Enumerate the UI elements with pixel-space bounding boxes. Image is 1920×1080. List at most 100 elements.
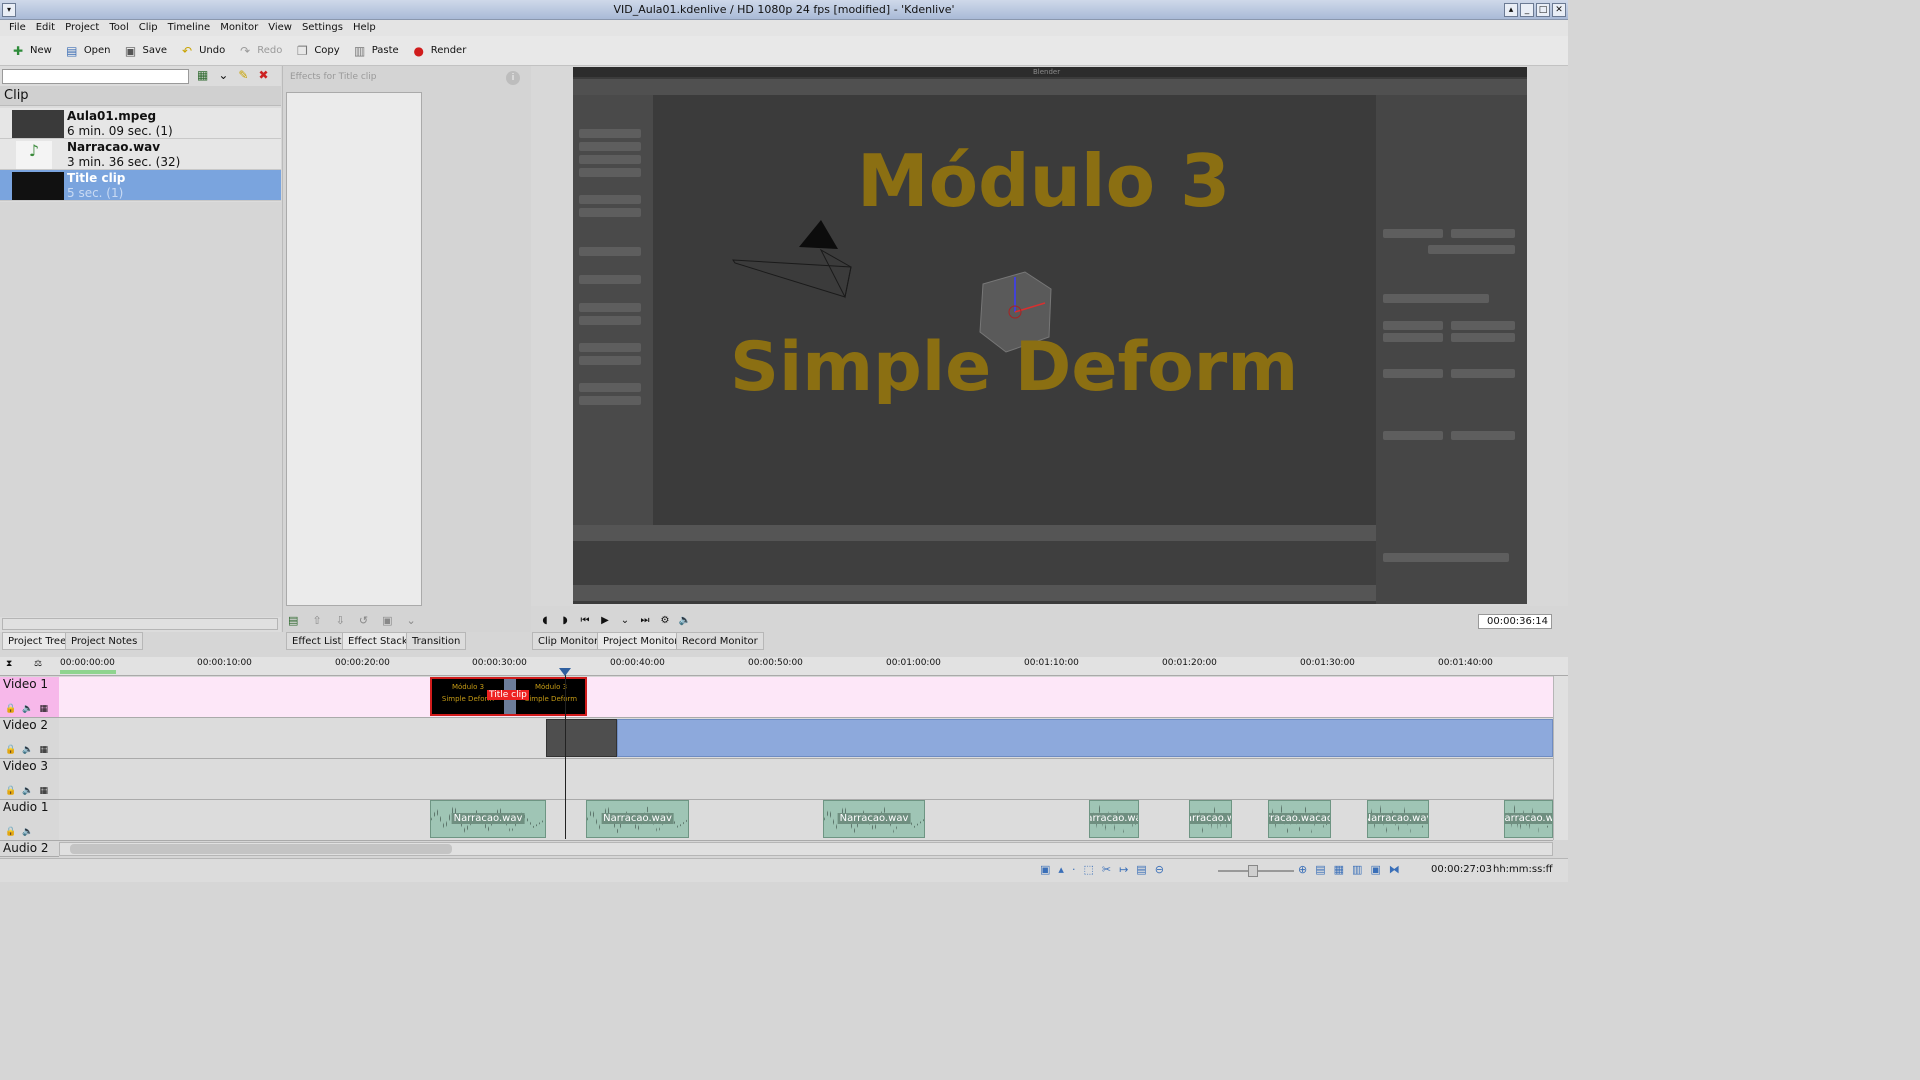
delete-clip-icon[interactable]: ✖ bbox=[258, 68, 268, 82]
copy-button[interactable]: ❐ Copy bbox=[288, 38, 345, 64]
edit-clip-icon[interactable]: ✎ bbox=[238, 68, 248, 82]
play-icon[interactable]: ▶ bbox=[597, 613, 613, 629]
track-head-audio1[interactable]: Audio 1 🔒 🔈 bbox=[0, 800, 59, 841]
audio-clip[interactable]: Narracao.wav bbox=[1367, 800, 1429, 838]
zoom-out-icon[interactable]: ⊖ bbox=[1155, 863, 1164, 876]
video-clip-aula01[interactable] bbox=[546, 719, 617, 757]
menu-help[interactable]: Help bbox=[348, 20, 381, 36]
lock-icon[interactable]: 🔒 bbox=[5, 786, 16, 796]
zoom-slider-handle[interactable] bbox=[1248, 865, 1258, 877]
menu-project[interactable]: Project bbox=[60, 20, 104, 36]
tab-record-monitor[interactable]: Record Monitor bbox=[676, 632, 764, 650]
waveform-icon[interactable]: ▥ bbox=[1352, 863, 1362, 876]
zoom-in-icon[interactable]: ⊕ bbox=[1298, 863, 1307, 876]
reset-icon[interactable]: ↺ bbox=[359, 614, 368, 627]
track-head-video3[interactable]: Video 3 🔒 🔈 ▦ bbox=[0, 759, 59, 800]
minimize-icon[interactable]: _ bbox=[1520, 3, 1534, 17]
tab-clip-monitor[interactable]: Clip Monitor bbox=[532, 632, 605, 650]
save-button[interactable]: ▣ Save bbox=[117, 38, 174, 64]
maximize-icon[interactable]: □ bbox=[1536, 3, 1550, 17]
thumbnails-icon[interactable]: ▤ bbox=[1315, 863, 1325, 876]
menu-view[interactable]: View bbox=[263, 20, 297, 36]
render-button[interactable]: ● Render bbox=[405, 38, 473, 64]
set-zone-end-icon[interactable]: ◗ bbox=[557, 613, 573, 629]
tab-transition[interactable]: Transition bbox=[406, 632, 467, 650]
add-clip-icon[interactable]: ▦ bbox=[197, 68, 208, 82]
new-button[interactable]: ✚ New bbox=[4, 38, 58, 64]
record-icon[interactable]: ▣ bbox=[1370, 863, 1380, 876]
tab-project-tree[interactable]: Project Tree bbox=[2, 632, 73, 650]
rewind-icon[interactable]: ⏮ bbox=[577, 613, 593, 629]
menu-tool[interactable]: Tool bbox=[104, 20, 133, 36]
select-tool-icon[interactable]: ⬚ bbox=[1083, 863, 1093, 876]
razor-tool-icon[interactable]: ✂ bbox=[1102, 863, 1111, 876]
clip-column-header[interactable]: Clip bbox=[0, 86, 281, 106]
settings-icon[interactable]: ⚙ bbox=[657, 613, 673, 629]
timeline-ruler[interactable]: ⧗ ⚖ 00:00:00:00 00:00:10:00 00:00:20:00 … bbox=[0, 657, 1568, 676]
timeline-config-icon[interactable]: ⚖ bbox=[34, 659, 42, 669]
track-head-audio2[interactable]: Audio 2 bbox=[0, 841, 59, 857]
audio-icon[interactable]: 🔈 bbox=[22, 704, 33, 714]
audio-clip[interactable]: Narracao.wav bbox=[586, 800, 689, 838]
track-video3[interactable] bbox=[59, 759, 1553, 800]
audio-icon[interactable]: 🔈 bbox=[22, 786, 33, 796]
timeline-zone-icon[interactable]: ⧗ bbox=[6, 659, 12, 669]
forward-icon[interactable]: ⏭ bbox=[637, 613, 653, 629]
video-clip-aula01-continuation[interactable] bbox=[617, 719, 1553, 757]
shade-icon[interactable]: ▴ bbox=[1504, 3, 1518, 17]
video-icon[interactable]: ▦ bbox=[39, 786, 48, 796]
undo-button[interactable]: ↶ Undo bbox=[173, 38, 231, 64]
move-down-icon[interactable]: ⇩ bbox=[336, 614, 345, 627]
timeline-playhead[interactable] bbox=[565, 669, 566, 839]
menu-edit[interactable]: Edit bbox=[31, 20, 60, 36]
save-effect-icon[interactable]: ▣ bbox=[382, 614, 392, 627]
paste-button[interactable]: ▥ Paste bbox=[346, 38, 405, 64]
clip-item-aula01[interactable]: Aula01.mpeg 6 min. 09 sec. (1) bbox=[0, 108, 281, 139]
menu-clip[interactable]: Clip bbox=[134, 20, 163, 36]
tab-effect-list[interactable]: Effect List bbox=[286, 632, 348, 650]
set-zone-start-icon[interactable]: ◖ bbox=[537, 613, 553, 629]
audio-clip[interactable]: Narracao.wav bbox=[823, 800, 925, 838]
tab-project-monitor[interactable]: Project Monitor bbox=[597, 632, 685, 650]
volume-icon[interactable]: 🔈 bbox=[677, 613, 693, 629]
audio-clip[interactable]: rracao.wacao bbox=[1268, 800, 1331, 838]
video-icon[interactable]: ▦ bbox=[39, 704, 48, 714]
chevron-down-icon[interactable]: ⌄ bbox=[617, 613, 633, 629]
timecode-format-button[interactable]: hh:mm:ss:ff bbox=[1493, 864, 1553, 875]
effect-list-box[interactable] bbox=[286, 92, 422, 606]
clip-item-title[interactable]: Title clip 5 sec. (1) bbox=[0, 170, 281, 201]
video-icon[interactable]: ▦ bbox=[39, 745, 48, 755]
clip-search-input[interactable] bbox=[2, 69, 189, 84]
track-video1[interactable] bbox=[59, 677, 1553, 718]
monitor-video-frame[interactable]: Blender Módulo 3 Simple Deform bbox=[573, 67, 1527, 604]
close-icon[interactable]: ✕ bbox=[1552, 3, 1566, 17]
redo-button[interactable]: ↷ Redo bbox=[231, 38, 288, 64]
clip-list-scrollbar[interactable] bbox=[2, 618, 278, 630]
add-effect-icon[interactable]: ▤ bbox=[288, 614, 298, 627]
timeline-horizontal-scrollbar[interactable] bbox=[59, 842, 1553, 856]
track-mode-icon[interactable]: ▣ bbox=[1040, 863, 1050, 876]
audio-clip[interactable]: arracao.w bbox=[1189, 800, 1232, 838]
audio-clip[interactable]: arracao.wa bbox=[1089, 800, 1139, 838]
clip-item-narracao[interactable]: ♪ Narracao.wav 3 min. 36 sec. (32) bbox=[0, 139, 281, 170]
spacer-tool-icon[interactable]: ▴ bbox=[1058, 863, 1064, 876]
show-markers-icon[interactable]: ▦ bbox=[1334, 863, 1344, 876]
tab-project-notes[interactable]: Project Notes bbox=[65, 632, 144, 650]
audio-icon[interactable]: 🔈 bbox=[22, 827, 33, 837]
lock-icon[interactable]: 🔒 bbox=[5, 827, 16, 837]
title-clip-timeline[interactable]: Módulo 3 Simple Deform Módulo 3 Simple Def… bbox=[430, 677, 587, 716]
lock-icon[interactable]: 🔒 bbox=[5, 704, 16, 714]
move-up-icon[interactable]: ⇧ bbox=[312, 614, 321, 627]
window-menu-icon[interactable]: ▾ bbox=[2, 3, 16, 17]
menu-timeline[interactable]: Timeline bbox=[163, 20, 216, 36]
audio-clip[interactable]: Narracao.wa bbox=[1504, 800, 1553, 838]
monitor-timecode[interactable]: 00:00:36:14 bbox=[1478, 614, 1552, 629]
dot-icon[interactable]: · bbox=[1072, 863, 1076, 876]
tab-effect-stack[interactable]: Effect Stack bbox=[342, 632, 414, 650]
info-icon[interactable]: i bbox=[506, 71, 520, 85]
audio-icon[interactable]: 🔈 bbox=[22, 745, 33, 755]
menu-settings[interactable]: Settings bbox=[297, 20, 348, 36]
open-button[interactable]: ▤ Open bbox=[58, 38, 117, 64]
menu-monitor[interactable]: Monitor bbox=[215, 20, 263, 36]
audio-clip[interactable]: Narracao.wav bbox=[430, 800, 546, 838]
